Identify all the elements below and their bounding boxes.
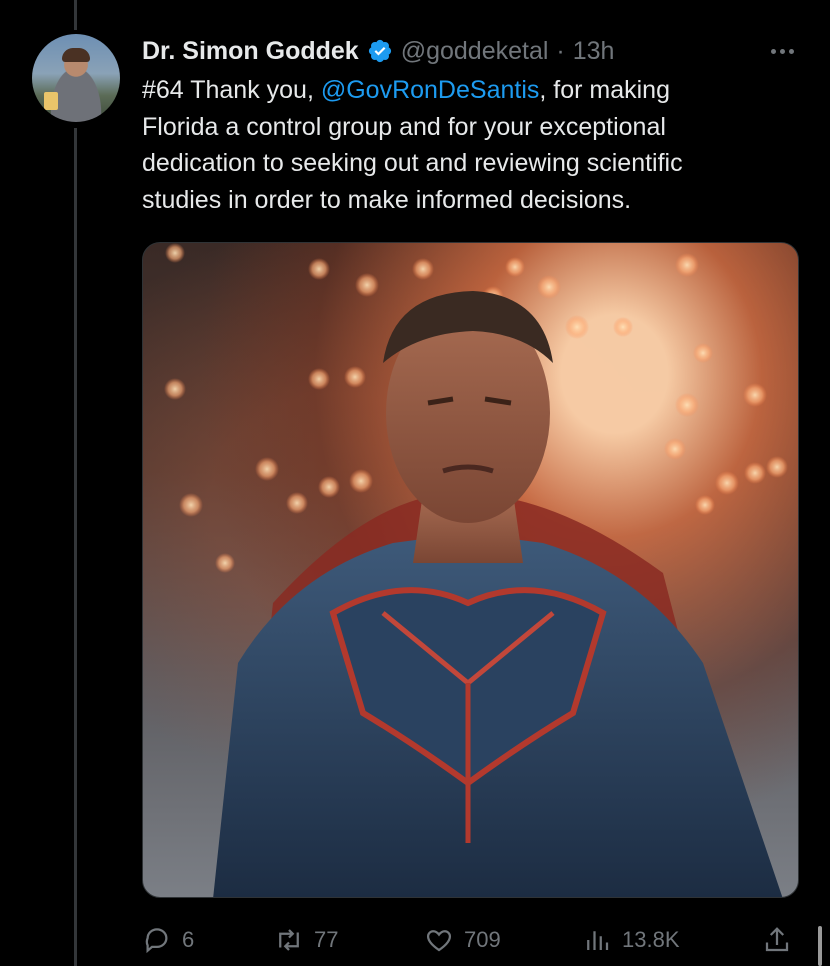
more-dot: [788, 48, 794, 54]
views-button[interactable]: 13.8K: [582, 920, 680, 960]
retweet-icon: [279, 929, 299, 951]
tweet-actions: 6 77 709 13.8K: [142, 920, 802, 960]
like-count: 709: [464, 927, 501, 952]
reply-button[interactable]: 6: [142, 920, 194, 960]
tweet-image[interactable]: [142, 242, 799, 898]
thread-line-top: [74, 0, 77, 30]
views-chart-icon: [587, 931, 609, 950]
avatar-drink: [44, 92, 58, 110]
share-button[interactable]: [762, 920, 792, 960]
reply-icon: [145, 928, 168, 954]
tweet-header: Dr. Simon Goddek @goddeketal · 13h: [142, 34, 614, 68]
separator-dot: ·: [556, 36, 565, 65]
author-handle[interactable]: @goddeketal: [401, 37, 549, 66]
more-dot: [779, 48, 785, 54]
tweet-timestamp[interactable]: 13h: [573, 37, 615, 66]
verified-badge-icon: [368, 39, 391, 63]
retweet-button[interactable]: 77: [274, 920, 338, 960]
share-icon: [765, 927, 789, 952]
tweet-text-start: #64 Thank you,: [142, 76, 321, 104]
superhero-illustration: [164, 243, 788, 897]
more-dot: [770, 48, 776, 54]
retweet-count: 77: [314, 927, 339, 952]
more-options-icon[interactable]: [764, 36, 800, 66]
views-count: 13.8K: [622, 927, 680, 952]
heart-icon: [426, 930, 452, 952]
scrollbar[interactable]: [818, 926, 822, 966]
thread-line: [74, 128, 77, 966]
author-name[interactable]: Dr. Simon Goddek: [142, 37, 359, 66]
avatar[interactable]: [32, 34, 120, 122]
avatar-hair: [62, 48, 90, 62]
mention-link[interactable]: @GovRonDeSantis: [321, 76, 540, 104]
reply-count: 6: [182, 927, 195, 952]
tweet-text: #64 Thank you, @GovRonDeSantis, for maki…: [142, 72, 782, 218]
like-button[interactable]: 709: [424, 920, 501, 960]
